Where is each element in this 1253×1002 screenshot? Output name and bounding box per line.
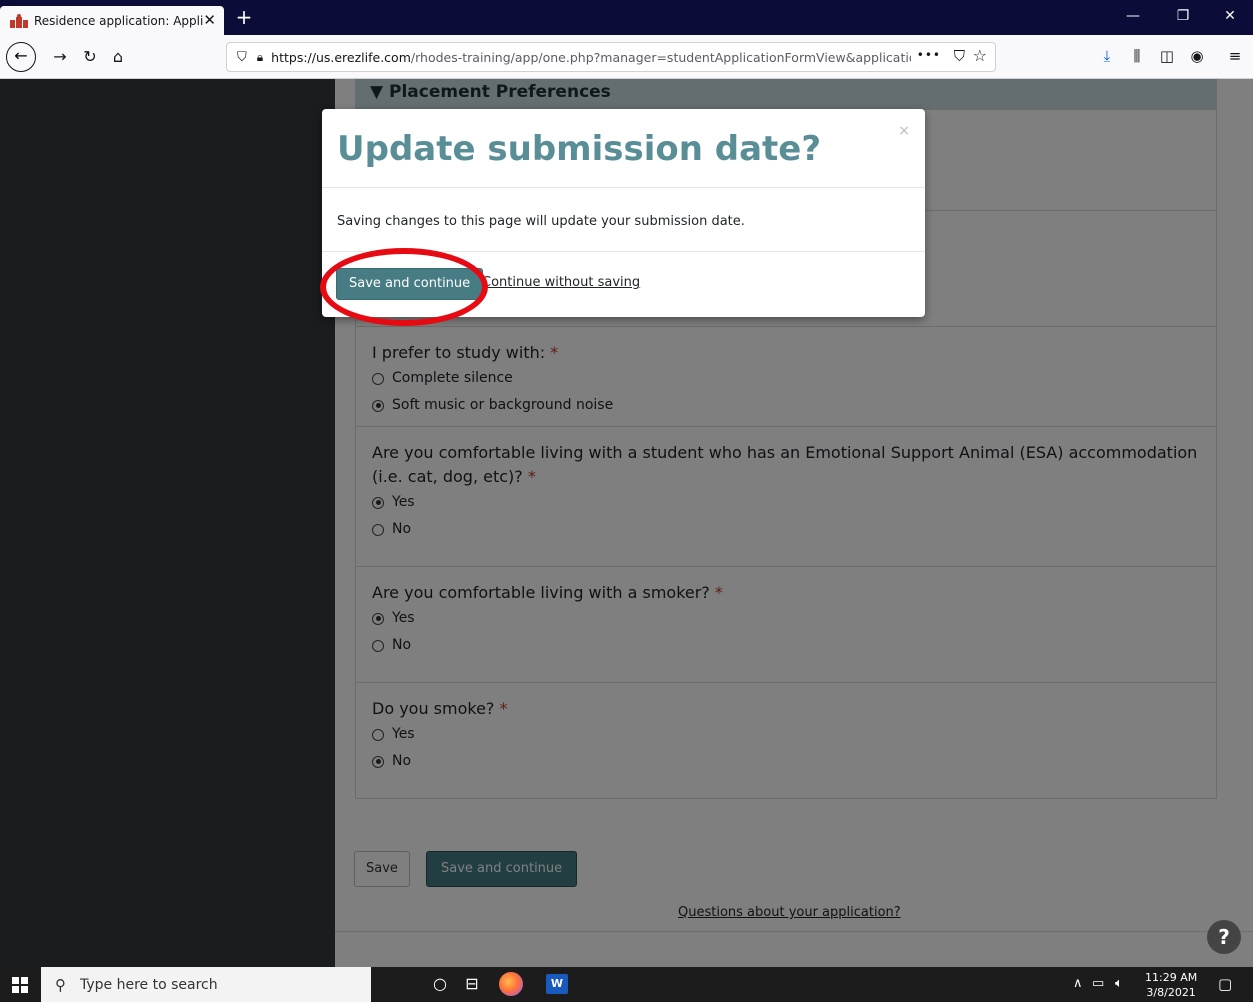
home-icon[interactable]: ⌂ bbox=[106, 45, 130, 69]
forward-icon[interactable]: → bbox=[48, 45, 72, 69]
modal-title: Update submission date? bbox=[337, 129, 822, 169]
library-icon[interactable]: ⫼ bbox=[1126, 47, 1148, 65]
tab-close-icon[interactable]: ✕ bbox=[203, 11, 216, 29]
search-placeholder: Type here to search bbox=[80, 976, 218, 993]
lock-icon[interactable]: 🔒︎ bbox=[257, 50, 263, 65]
modal-body-text: Saving changes to this page will update … bbox=[337, 214, 745, 229]
minimize-icon[interactable]: — bbox=[1110, 8, 1156, 24]
sidebar-toggle-icon[interactable]: ◫ bbox=[1156, 47, 1178, 65]
task-view-icon[interactable]: ⊟ bbox=[460, 974, 484, 993]
tracking-shield-icon[interactable]: ⛉ bbox=[237, 50, 247, 65]
clock-date: 3/8/2021 bbox=[1146, 986, 1196, 999]
url-text[interactable]: https://us.erezlife.com/rhodes-training/… bbox=[271, 50, 911, 65]
word-icon[interactable]: W bbox=[546, 974, 568, 994]
continue-without-saving-link[interactable]: Continue without saving bbox=[482, 275, 640, 290]
volume-icon[interactable]: 🔈︎ bbox=[1115, 976, 1123, 991]
show-hidden-icons-icon[interactable]: ∧ bbox=[1073, 976, 1083, 991]
taskbar-search[interactable]: ⚲ Type here to search bbox=[41, 967, 371, 1002]
tab-title: Residence application: Applicati bbox=[34, 13, 204, 28]
close-window-icon[interactable]: ✕ bbox=[1207, 8, 1253, 24]
account-icon[interactable]: ◉ bbox=[1186, 47, 1208, 65]
modal-close-icon[interactable]: × bbox=[898, 123, 910, 139]
browser-nav-bar: ← → ↻ ⌂ ⛉ 🔒︎ https://us.erezlife.com/rho… bbox=[0, 35, 1253, 79]
browser-tab[interactable]: Residence application: Applicati ✕ bbox=[0, 6, 224, 35]
page-actions-icon[interactable]: ••• bbox=[917, 48, 941, 62]
network-icon[interactable]: ▭ bbox=[1092, 976, 1104, 991]
menu-icon[interactable]: ≡ bbox=[1224, 47, 1246, 65]
restore-icon[interactable]: ❐ bbox=[1160, 8, 1206, 24]
browser-tab-bar: Residence application: Applicati ✕ + — ❐… bbox=[0, 0, 1253, 35]
back-icon[interactable]: ← bbox=[6, 42, 36, 72]
new-tab-button[interactable]: + bbox=[232, 6, 256, 30]
modal-divider bbox=[322, 187, 925, 188]
bookmark-star-icon[interactable]: ☆ bbox=[973, 46, 987, 65]
reload-icon[interactable]: ↻ bbox=[78, 45, 102, 69]
search-icon: ⚲ bbox=[55, 975, 66, 994]
download-icon[interactable]: ⤓ bbox=[1096, 47, 1118, 65]
notifications-icon[interactable]: ▢ bbox=[1218, 975, 1232, 993]
annotation-circle bbox=[320, 248, 488, 326]
windows-start-icon[interactable] bbox=[12, 977, 28, 993]
windows-taskbar: ⚲ Type here to search ○ ⊟ W ∧ ▭ 🔈︎ 11:29… bbox=[0, 967, 1253, 1002]
clock[interactable]: 11:29 AM 3/8/2021 bbox=[1145, 970, 1197, 1000]
residence-favicon-icon bbox=[10, 13, 28, 28]
url-bar[interactable]: ⛉ 🔒︎ https://us.erezlife.com/rhodes-trai… bbox=[226, 42, 996, 72]
clock-time: 11:29 AM bbox=[1145, 971, 1198, 984]
help-icon[interactable]: ? bbox=[1207, 920, 1241, 954]
cortana-icon[interactable]: ○ bbox=[428, 974, 452, 993]
pocket-icon[interactable]: ⛉ bbox=[954, 47, 965, 65]
firefox-icon[interactable] bbox=[499, 972, 523, 996]
